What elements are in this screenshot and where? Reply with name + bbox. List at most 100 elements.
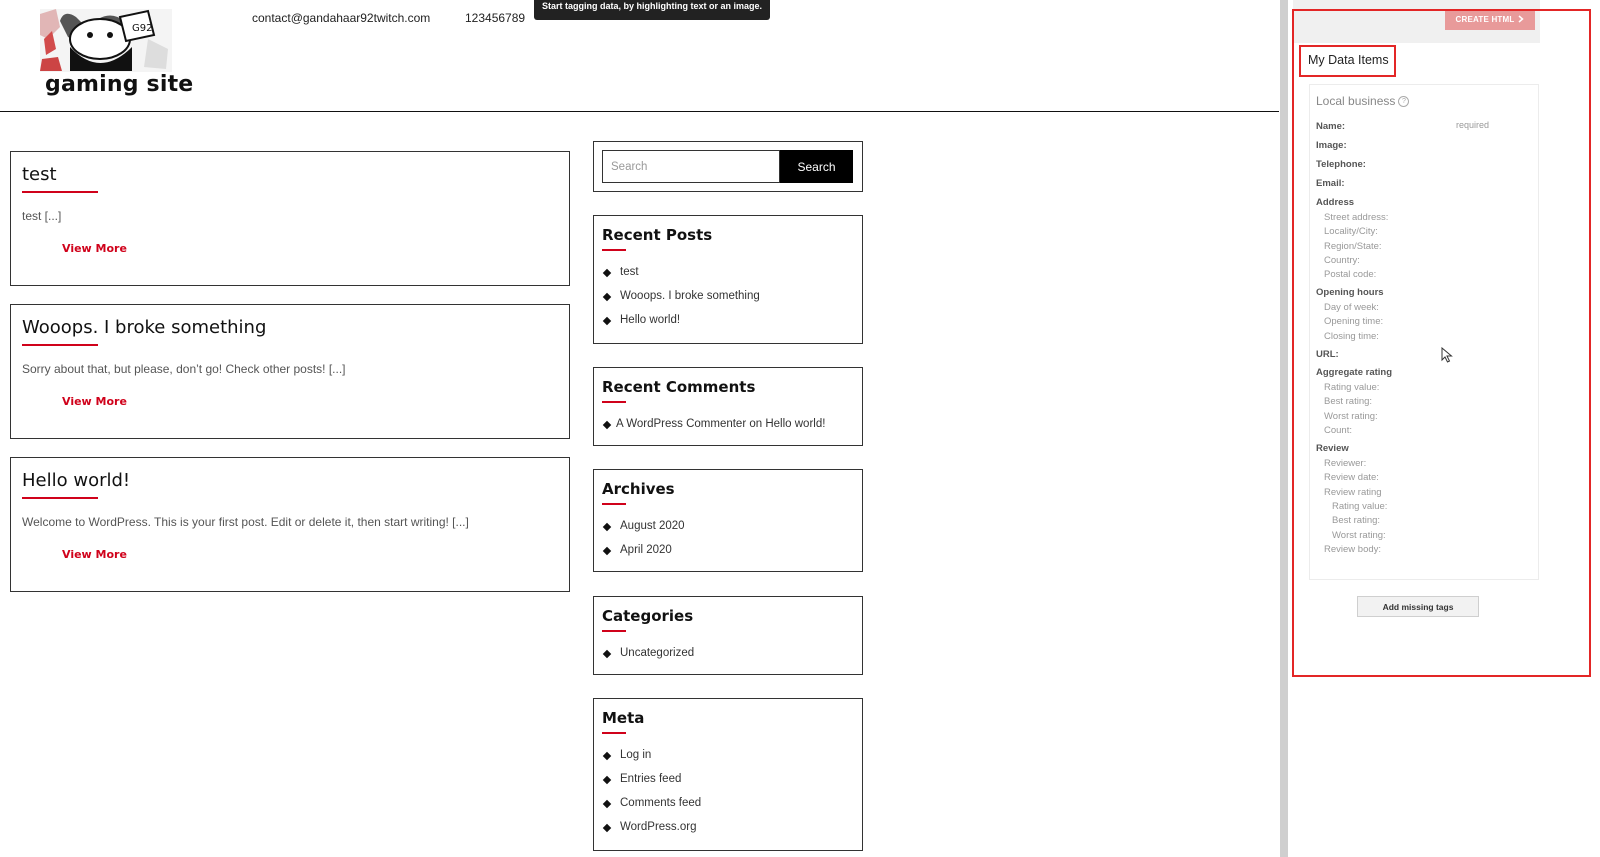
schema-field[interactable]: Reviewer: — [1324, 458, 1366, 469]
title-underline — [602, 249, 626, 251]
my-data-items-tab[interactable]: My Data Items — [1308, 53, 1389, 67]
post-card: Hello world! Welcome to WordPress. This … — [10, 457, 570, 592]
recent-posts-widget: Recent Posts test Wooops. I broke someth… — [593, 215, 863, 344]
schema-field[interactable]: Best rating: — [1324, 396, 1372, 407]
schema-field[interactable]: Aggregate rating — [1316, 367, 1392, 378]
schema-field[interactable]: Locality/City: — [1324, 226, 1378, 237]
post-excerpt: test [...] — [22, 209, 62, 223]
bullet-icon — [602, 775, 612, 785]
mouse-cursor-icon — [1441, 346, 1453, 368]
schema-field[interactable]: URL: — [1316, 349, 1339, 360]
title-underline — [602, 630, 626, 632]
schema-field[interactable]: Email: — [1316, 178, 1345, 189]
schema-title-label: Local business — [1316, 94, 1396, 108]
schema-field[interactable]: Closing time: — [1324, 331, 1379, 342]
site-logo[interactable]: G92 — [40, 9, 172, 72]
bullet-icon — [602, 751, 612, 761]
schema-field[interactable]: Review rating — [1324, 487, 1382, 498]
list-item[interactable]: test — [602, 266, 760, 290]
search-input[interactable] — [602, 150, 780, 183]
list-item-label[interactable]: Uncategorized — [620, 647, 694, 659]
list-item[interactable]: August 2020 — [602, 520, 685, 544]
panel-resize-handle[interactable] — [1280, 0, 1288, 857]
post-title[interactable]: Wooops. I broke something — [22, 317, 266, 338]
create-html-label: CREATE HTML — [1455, 15, 1515, 24]
widget-title: Meta — [602, 709, 645, 727]
schema-field[interactable]: Street address: — [1324, 212, 1388, 223]
widget-list: Uncategorized — [602, 647, 694, 671]
view-more-link[interactable]: View More — [62, 548, 127, 561]
categories-widget: Categories Uncategorized — [593, 596, 863, 675]
post-excerpt: Sorry about that, but please, don’t go! … — [22, 362, 346, 376]
contact-email: contact@gandahaar92twitch.com — [252, 11, 431, 25]
list-item[interactable]: Log in — [602, 749, 701, 773]
add-missing-tags-button[interactable]: Add missing tags — [1357, 596, 1479, 617]
bullet-icon — [602, 546, 612, 556]
list-item-label[interactable]: August 2020 — [620, 520, 685, 532]
view-more-link[interactable]: View More — [62, 395, 127, 408]
list-item-label[interactable]: A WordPress Commenter on Hello world! — [616, 418, 825, 430]
schema-field[interactable]: Postal code: — [1324, 269, 1376, 280]
list-item[interactable]: Hello world! — [602, 314, 760, 338]
schema-field[interactable]: Telephone: — [1316, 159, 1366, 170]
bullet-icon — [602, 522, 612, 532]
help-icon[interactable]: ? — [1398, 95, 1410, 107]
list-item-label[interactable]: Log in — [620, 749, 651, 761]
schema-field[interactable]: Best rating: — [1332, 515, 1380, 526]
list-item-label[interactable]: Wooops. I broke something — [620, 290, 760, 302]
list-item[interactable]: April 2020 — [602, 544, 685, 568]
list-item-label[interactable]: WordPress.org — [620, 821, 696, 833]
bullet-icon — [602, 268, 612, 278]
schema-field[interactable]: Day of week: — [1324, 302, 1379, 313]
list-item[interactable]: Comments feed — [602, 797, 701, 821]
schema-field[interactable]: Name: — [1316, 121, 1345, 132]
schema-field[interactable]: Worst rating: — [1332, 530, 1386, 541]
list-item-label[interactable]: test — [620, 266, 639, 278]
view-more-link[interactable]: View More — [62, 242, 127, 255]
contact-phone: 123456789 — [465, 11, 526, 25]
schema-field[interactable]: Country: — [1324, 255, 1360, 266]
bullet-icon — [602, 823, 612, 833]
schema-field[interactable]: Opening hours — [1316, 287, 1384, 298]
list-item-label[interactable]: Hello world! — [620, 314, 680, 326]
widget-title: Categories — [602, 607, 694, 625]
schema-field[interactable]: Opening time: — [1324, 316, 1383, 327]
post-title[interactable]: test — [22, 164, 57, 185]
archives-widget: Archives August 2020 April 2020 — [593, 469, 863, 572]
list-item-label[interactable]: Comments feed — [620, 797, 701, 809]
meta-widget: Meta Log in Entries feed Comments feed W… — [593, 698, 863, 851]
schema-field[interactable]: Worst rating: — [1324, 411, 1378, 422]
svg-text:G92: G92 — [132, 23, 152, 34]
widget-title: Recent Comments — [602, 378, 756, 396]
recent-comments-widget: Recent Comments A WordPress Commenter on… — [593, 367, 863, 446]
list-item[interactable]: Entries feed — [602, 773, 701, 797]
bullet-icon — [602, 649, 612, 659]
list-item[interactable]: A WordPress Commenter on Hello world! — [602, 418, 825, 442]
post-card: Wooops. I broke something Sorry about th… — [10, 304, 570, 439]
bullet-icon — [602, 799, 612, 809]
schema-field[interactable]: Address — [1316, 197, 1354, 208]
schema-field[interactable]: Review body: — [1324, 544, 1381, 555]
title-underline — [22, 191, 98, 193]
schema-field[interactable]: Count: — [1324, 425, 1352, 436]
list-item[interactable]: Uncategorized — [602, 647, 694, 671]
bullet-icon — [602, 292, 612, 302]
list-item-label[interactable]: Entries feed — [620, 773, 681, 785]
list-item[interactable]: WordPress.org — [602, 821, 701, 845]
title-underline — [602, 401, 626, 403]
schema-field[interactable]: Region/State: — [1324, 241, 1382, 252]
list-item[interactable]: Wooops. I broke something — [602, 290, 760, 314]
schema-field[interactable]: Image: — [1316, 140, 1347, 151]
schema-field[interactable]: Review date: — [1324, 472, 1379, 483]
bullet-icon — [602, 316, 612, 326]
search-button[interactable]: Search — [780, 150, 853, 183]
site-title[interactable]: gaming site — [45, 72, 193, 97]
schema-field[interactable]: Rating value: — [1332, 501, 1387, 512]
list-item-label[interactable]: April 2020 — [620, 544, 672, 556]
post-title[interactable]: Hello world! — [22, 470, 130, 491]
widget-list: August 2020 April 2020 — [602, 520, 685, 568]
schema-field[interactable]: Rating value: — [1324, 382, 1379, 393]
schema-field[interactable]: Review — [1316, 443, 1349, 454]
create-html-button[interactable]: CREATE HTML — [1445, 9, 1535, 30]
widget-title: Archives — [602, 480, 675, 498]
